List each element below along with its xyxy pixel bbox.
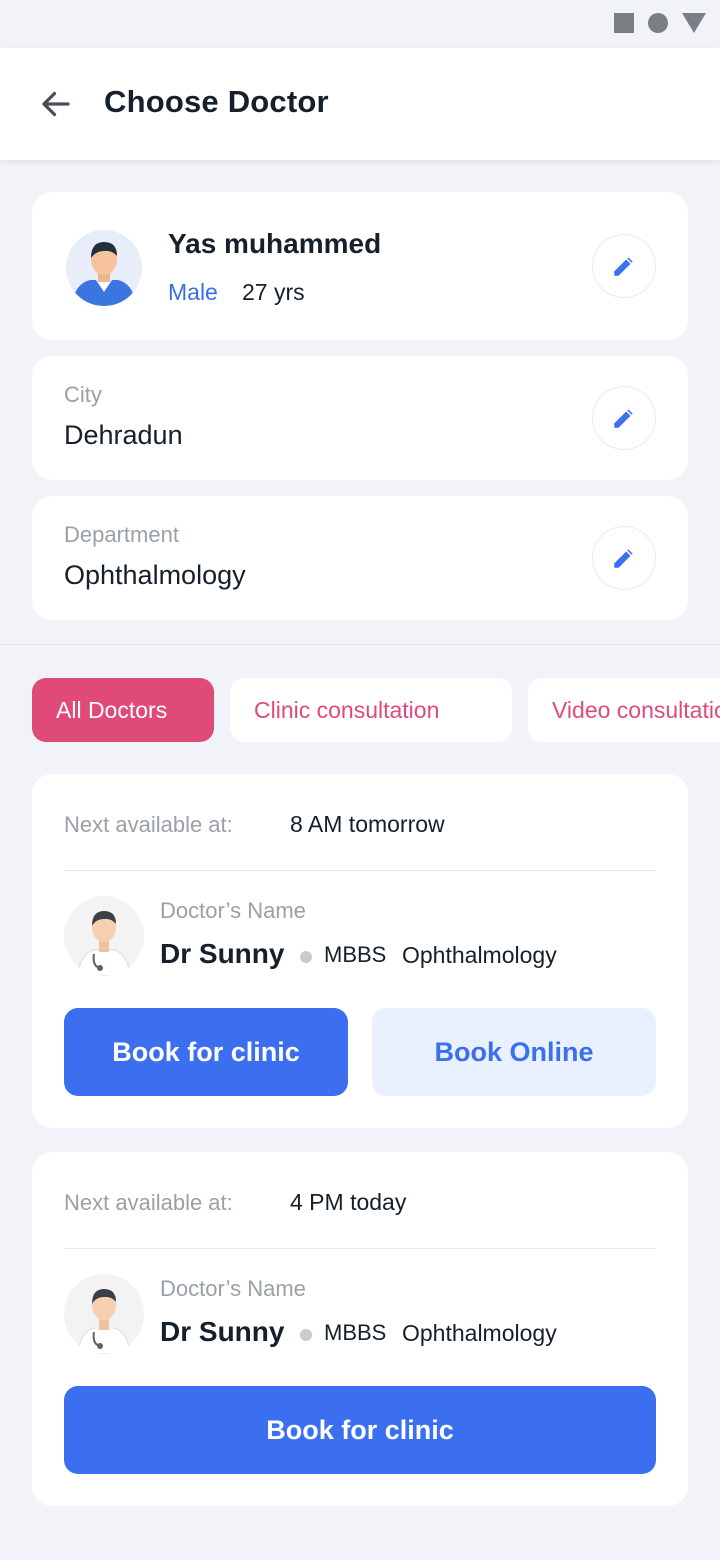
doctor-name: Dr Sunny <box>160 938 285 969</box>
doctor-degree: MBBS <box>324 942 387 967</box>
person-icon <box>66 230 142 306</box>
arrow-left-icon <box>42 91 70 117</box>
book-online-button[interactable]: Book Online <box>372 1008 656 1096</box>
doctor-icon <box>64 1274 144 1354</box>
doctor-icon <box>64 896 144 976</box>
department-value: Ophthalmology <box>64 560 246 590</box>
page-title: Choose Doctor <box>104 84 329 119</box>
city-value: Dehradun <box>64 420 183 450</box>
book-clinic-button[interactable]: Book for clinic <box>64 1008 348 1096</box>
doctor-name: Dr Sunny <box>160 1316 285 1347</box>
section-divider <box>0 644 720 645</box>
edit-department-button[interactable] <box>592 526 656 590</box>
separator-dot <box>300 1329 312 1341</box>
doctor-degree: MBBS <box>324 1320 387 1345</box>
department-label: Department <box>64 522 179 547</box>
patient-age: 27 yrs <box>242 279 305 305</box>
doctor-specialty: Ophthalmology <box>402 942 557 968</box>
doctor-card: Next available at: 4 PM today Doctor’s N… <box>32 1152 688 1506</box>
city-label: City <box>64 382 102 407</box>
doctor-avatar <box>64 1274 144 1354</box>
edit-city-button[interactable] <box>592 386 656 450</box>
status-bar <box>0 0 720 48</box>
chip-clinic-consultation[interactable]: Clinic consultation <box>230 678 512 742</box>
app-header: Choose Doctor <box>0 48 720 160</box>
doctor-avatar <box>64 896 144 976</box>
availability-label: Next available at: <box>64 812 233 837</box>
pencil-icon <box>614 257 633 276</box>
circle-icon <box>648 13 668 33</box>
doctor-name-label: Doctor’s Name <box>160 898 306 923</box>
triangle-icon <box>682 13 706 33</box>
pencil-icon <box>614 409 633 428</box>
status-icons <box>614 13 706 33</box>
card-divider <box>64 1248 656 1249</box>
edit-patient-button[interactable] <box>592 234 656 298</box>
city-card: City Dehradun <box>32 356 688 480</box>
card-divider <box>64 870 656 871</box>
square-icon <box>614 13 634 33</box>
patient-card: Yas muhammed Male 27 yrs <box>32 192 688 340</box>
patient-name: Yas muhammed <box>168 228 382 259</box>
separator-dot <box>300 951 312 963</box>
patient-gender: Male <box>168 279 218 305</box>
doctor-name-label: Doctor’s Name <box>160 1276 306 1301</box>
availability-label: Next available at: <box>64 1190 233 1215</box>
chip-all-doctors[interactable]: All Doctors <box>32 678 214 742</box>
doctor-specialty: Ophthalmology <box>402 1320 557 1346</box>
back-button[interactable] <box>34 84 78 124</box>
chip-video-consultation[interactable]: Video consultation <box>528 678 720 742</box>
doctor-card: Next available at: 8 AM tomorrow Doctor’… <box>32 774 688 1128</box>
availability-time: 4 PM today <box>290 1189 407 1215</box>
availability-time: 8 AM tomorrow <box>290 811 445 837</box>
department-card: Department Ophthalmology <box>32 496 688 620</box>
filter-chips: All Doctors Clinic consultation Video co… <box>32 678 720 742</box>
book-clinic-button[interactable]: Book for clinic <box>64 1386 656 1474</box>
patient-avatar <box>66 230 142 306</box>
pencil-icon <box>614 549 633 568</box>
